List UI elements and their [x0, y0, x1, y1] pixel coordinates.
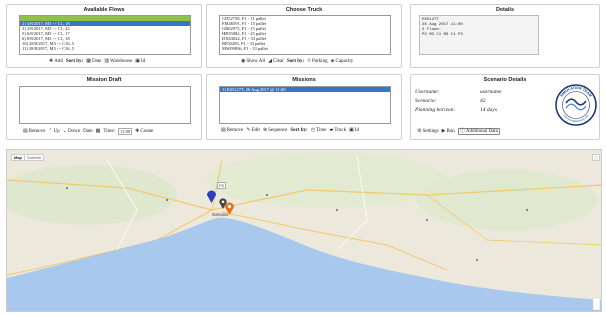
missions-panel: Missions 1) ES5127T, 26 Aug 2017 @ 11:00…	[206, 74, 402, 140]
truck-list[interactable]: CD52758, F1 - 11 pallet FM46591, F1 - 15…	[219, 15, 391, 55]
username-value: username	[480, 89, 502, 95]
clear-button[interactable]: ◢ Clear	[268, 59, 284, 64]
scenario-row: Scenario: 42	[415, 98, 535, 106]
time-input[interactable]: 11:00	[118, 128, 133, 135]
planning-horizon-value: 14 days	[480, 107, 497, 113]
chevron-down-icon: ⌄	[62, 129, 67, 134]
missions-toolbar: ▤ Remove ✎ Edit ⊕ Sequence Sort by: ◷ Time ▰…	[221, 128, 359, 133]
play-icon: ▶	[441, 129, 446, 134]
remove-button[interactable]: ▤ Remove	[23, 129, 45, 134]
show-all-button[interactable]: ◉ Show All	[241, 59, 265, 64]
mission-draft-title: Mission Draft	[86, 77, 122, 83]
planning-horizon-label: Planning horizon:	[415, 107, 456, 113]
sort-id-button[interactable]: ▣ Id	[349, 128, 359, 133]
sort-time-button[interactable]: ◷ Time	[311, 128, 327, 133]
trash-icon: ▤	[221, 128, 226, 133]
username-label: Username:	[415, 89, 440, 95]
scenario-toolbar: ⚙ Settings ▶ Run ⓘ Additional Data	[417, 128, 500, 135]
choose-truck-panel: Choose Truck CD52758, F1 - 11 pallet FM4…	[206, 4, 402, 68]
eye-icon: ◉	[241, 59, 246, 64]
remove-button[interactable]: ▤ Remove	[221, 128, 243, 133]
capacity-icon: ◈	[330, 59, 335, 64]
clock-icon: ◷	[310, 128, 316, 133]
settings-button[interactable]: ⚙ Settings	[417, 129, 439, 134]
simulation-team-logo: SIMULATION TEAM www.simulationteam.com	[555, 84, 597, 126]
blue-map-pin[interactable]	[207, 190, 216, 203]
sort-parking-button[interactable]: ℗ Parking	[307, 59, 327, 64]
scenario-details-panel: Scenario Details Username: username Scen…	[410, 74, 600, 140]
trash-icon: ▤	[23, 129, 28, 134]
missions-title: Missions	[292, 77, 316, 83]
calendar-icon: ▦	[86, 59, 91, 64]
mission-draft-list[interactable]	[19, 86, 191, 124]
add-button[interactable]: ✚ Add	[49, 59, 63, 64]
map-canvas[interactable]	[7, 150, 602, 312]
fullscreen-button[interactable]: ⛶	[592, 154, 600, 161]
username-row: Username: username	[415, 89, 535, 97]
details-title: Details	[495, 7, 515, 13]
up-button[interactable]: ⌃ Up	[48, 129, 59, 134]
chevron-up-icon: ⌃	[48, 129, 53, 134]
details-text: ES5127T 26 Aug 2017 11:00 2 Flows: P3 M3…	[419, 15, 539, 55]
additional-data-button[interactable]: ⓘ Additional Data	[457, 128, 500, 135]
sort-by-label: Sort by:	[290, 128, 308, 133]
create-button[interactable]: ✚ Create	[135, 129, 153, 134]
map-pin-label: P3	[217, 182, 226, 189]
scenario-label: Scenario:	[415, 98, 437, 104]
sort-id-button[interactable]: ▣ Id	[135, 59, 145, 64]
horizon-row: Planning horizon: 14 days	[415, 107, 535, 115]
mission-draft-panel: Mission Draft ▤ Remove ⌃ Up ⌄ Down Date ▦ T…	[6, 74, 202, 140]
sequence-icon: ⊕	[262, 128, 268, 133]
map[interactable]: Map Satellite ⛶ Genova P3	[6, 149, 602, 312]
available-flows-list[interactable]: 2) 4/8/2017, M3 -> C1, 18 3) 3/8/2017, M…	[19, 15, 191, 55]
info-icon: ⓘ	[459, 129, 465, 134]
plus-icon: ✚	[49, 59, 54, 64]
gear-icon: ⚙	[417, 129, 422, 134]
sort-warehouse-button[interactable]: ▥ Warehouse	[104, 59, 132, 64]
down-button[interactable]: ⌄ Down	[63, 129, 80, 134]
id-icon: ▣	[135, 59, 140, 64]
date-label: Date	[83, 129, 93, 134]
plus-icon: ✚	[135, 129, 140, 134]
id-icon: ▣	[349, 128, 354, 133]
calendar-icon[interactable]: ▦	[96, 129, 101, 134]
available-flows-panel: Available Flows 2) 4/8/2017, M3 -> C1, 1…	[6, 4, 202, 68]
scenario-details-title: Scenario Details	[483, 77, 527, 83]
edit-button[interactable]: ✎ Edit	[246, 128, 260, 133]
sort-date-button[interactable]: ▦ Date	[86, 59, 101, 64]
missions-list[interactable]: 1) ES5127T, 26 Aug 2017 @ 11:00	[219, 86, 391, 124]
list-item[interactable]: 1) ES5127T, 26 Aug 2017 @ 11:00	[220, 87, 390, 92]
choose-truck-toolbar: ◉ Show All ◢ Clear Sort by: ℗ Parking ◈ Capa…	[241, 59, 353, 64]
list-item[interactable]: MW09836, F1 - 33 pallet	[220, 46, 390, 51]
truck-icon: ▰	[329, 128, 334, 133]
map-type-satellite-button[interactable]: Satellite	[24, 154, 45, 161]
eraser-icon: ◢	[268, 59, 272, 64]
parking-icon: ℗	[307, 59, 312, 64]
details-panel: Details ES5127T 26 Aug 2017 11:00 2 Flow…	[410, 4, 600, 68]
sequence-button[interactable]: ⊕ Sequence	[263, 128, 287, 133]
map-type-map-button[interactable]: Map	[11, 154, 25, 161]
warehouse-icon: ▥	[104, 59, 110, 64]
available-flows-toolbar: ✚ Add Sort by: ▦ Date ▥ Warehouse ▣ Id	[49, 59, 145, 64]
scenario-value: 42	[480, 98, 486, 104]
mission-draft-toolbar: ▤ Remove ⌃ Up ⌄ Down Date ▦ Time: 11:00 ✚ Cr…	[23, 128, 153, 135]
sort-by-label: Sort by:	[65, 59, 84, 64]
sort-capacity-button[interactable]: ◈ Capacity	[331, 59, 354, 64]
list-item[interactable]: 11) 28/8/2017, M3 -> C16, 5	[20, 46, 190, 51]
pencil-icon: ✎	[246, 128, 251, 133]
available-flows-title: Available Flows	[83, 7, 125, 13]
choose-truck-title: Choose Truck	[285, 7, 323, 13]
time-label: Time:	[103, 129, 116, 134]
grey-map-pin[interactable]	[219, 198, 227, 209]
sort-truck-button[interactable]: ▰ Truck	[329, 128, 346, 133]
fullscreen-icon: ⛶	[595, 155, 598, 160]
sort-by-label: Sort by:	[286, 59, 305, 64]
run-button[interactable]: ▶ Run	[442, 129, 455, 134]
